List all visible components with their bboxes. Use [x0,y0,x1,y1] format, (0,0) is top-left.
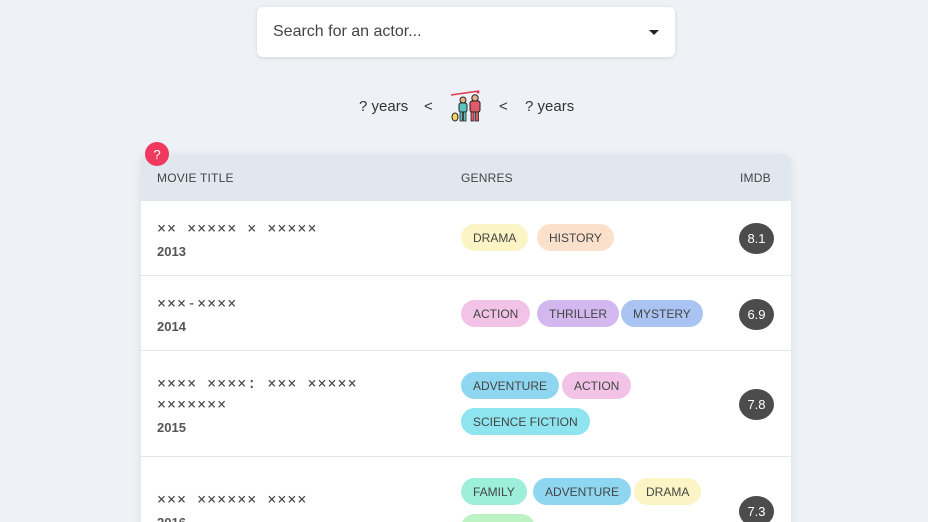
genre-tag: DRAMA [461,224,529,251]
min-age-label: ? years [359,98,409,115]
max-age-label: ? years [525,98,575,115]
dropdown-caret-icon[interactable] [649,29,659,35]
genre-tag: THRILLER [537,300,620,327]
movie-title: ×××× ××××: ××× ××××× ××××××× [157,374,358,413]
movie-year: 2016 [157,515,186,522]
movie-year: 2014 [157,319,186,334]
age-gap-couple-icon [450,90,481,122]
genre-tag: MYSTERY [621,300,703,327]
header-genres: GENRES [461,171,513,185]
movie-title: ×× ××××× × ××××× [157,219,318,237]
table-row[interactable]: ×××-×××× 2014 ACTION THRILLER MYSTERY 6.… [141,276,791,351]
header-imdb: IMDB [740,171,771,185]
genre-tag: ADVENTURE [461,372,560,399]
table-row[interactable]: ×× ××××× × ××××× 2013 DRAMA HISTORY 8.1 [141,201,791,276]
movies-table: MOVIE TITLE GENRES IMDB ×× ××××× × ×××××… [141,154,791,522]
table-row[interactable]: ×××× ××××: ××× ××××× ××××××× 2015 ADVENT… [141,351,791,457]
genre-tag: HISTORY [537,224,614,251]
imdb-rating-badge: 8.1 [739,223,774,254]
age-range-bar: ? years < < ? years [0,88,928,124]
genre-tag: ACTION [562,372,632,399]
actor-search-box[interactable] [257,7,675,57]
movie-title: ××× ×××××× ×××× [157,490,308,508]
movie-year: 2013 [157,244,186,259]
genre-tag: FAMILY [461,478,527,505]
imdb-rating-badge: 6.9 [739,299,774,330]
imdb-rating-badge: 7.8 [739,389,774,420]
help-badge[interactable]: ? [145,142,169,166]
movie-title: ×××-×××× [157,294,238,312]
genre-tag: DRAMA [634,478,702,505]
genre-tag: SCIENCE FICTION [461,408,590,435]
table-row[interactable]: ××× ×××××× ×××× 2016 FAMILY ADVENTURE DR… [141,457,791,522]
movie-year: 2015 [157,420,186,435]
imdb-rating-badge: 7.3 [739,496,774,522]
header-movie-title: MOVIE TITLE [157,171,234,185]
genre-tag: ACTION [461,300,531,327]
table-header: MOVIE TITLE GENRES IMDB [141,154,791,201]
less-than-symbol-2: < [499,98,508,115]
less-than-symbol: < [424,98,433,115]
genre-tag [461,514,535,522]
genre-tag: ADVENTURE [533,478,632,505]
actor-search-input[interactable] [273,23,649,41]
